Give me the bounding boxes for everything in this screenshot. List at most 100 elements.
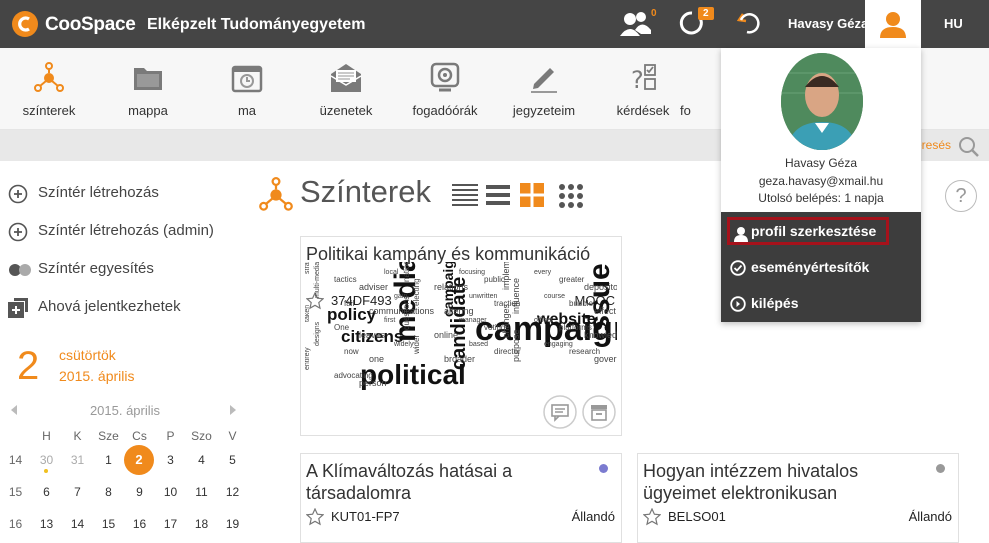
- compact-list-view-icon[interactable]: [452, 183, 478, 207]
- tool-label: mappa: [128, 103, 168, 118]
- word-cloud-word: changes: [501, 303, 511, 338]
- friends-icon[interactable]: [619, 8, 653, 40]
- word-cloud-word: adviser: [359, 282, 388, 292]
- small-tiles-view-icon[interactable]: [558, 183, 584, 209]
- sidebar-item-label: Színtér egyesítés: [38, 260, 154, 277]
- word-cloud-word: relations: [434, 282, 469, 292]
- search-icon[interactable]: [958, 136, 980, 158]
- today-day-number: 2: [17, 344, 40, 388]
- word-cloud-word: tactics: [334, 275, 357, 284]
- card-title[interactable]: A Klímaváltozás hatásai a társadalomra: [306, 460, 586, 504]
- sidebar-item-label: Színtér létrehozás (admin): [38, 222, 214, 239]
- star-icon[interactable]: [643, 508, 661, 526]
- calendar-today[interactable]: 2: [124, 445, 154, 475]
- menu-item-label: eseményértesítők: [751, 259, 870, 275]
- calendar-weekday-header: P: [166, 429, 175, 443]
- calendar-day[interactable]: 17: [155, 517, 186, 531]
- language-selector[interactable]: HU: [944, 16, 963, 31]
- calendar-week-number: 16: [8, 517, 23, 531]
- word-cloud-word: altering: [444, 306, 474, 316]
- tool-ma[interactable]: ma: [202, 48, 292, 130]
- calendar-weekday-header: V: [228, 429, 237, 443]
- calendar-day[interactable]: 30: [31, 453, 62, 467]
- space-card[interactable]: Hogyan intézzem hivatalos ügyeimet elekt…: [637, 453, 959, 543]
- tool-jegyzeteim[interactable]: jegyzeteim: [499, 48, 589, 130]
- menu-item-label: profil szerkesztése: [751, 223, 877, 239]
- card-code: KUT01-FP7: [331, 509, 400, 524]
- header-user-name[interactable]: Havasy Géza: [788, 16, 868, 31]
- calendar-day[interactable]: 13: [31, 517, 62, 531]
- space-card[interactable]: A Klímaváltozás hatásai a társadalomra K…: [300, 453, 622, 543]
- calendar-next-month[interactable]: [230, 405, 236, 415]
- calendar-day[interactable]: 7: [62, 485, 93, 499]
- word-cloud-word: bubble: [569, 299, 594, 308]
- calendar-day[interactable]: 16: [124, 517, 155, 531]
- word-cloud-word: questions: [402, 296, 411, 330]
- tool-uzenetek[interactable]: üzenetek: [301, 48, 391, 130]
- university-name[interactable]: Elképzelt Tudományegyetem: [147, 16, 365, 34]
- calendar-day[interactable]: 14: [62, 517, 93, 531]
- calendar-day[interactable]: 5: [217, 453, 248, 467]
- calendar-day[interactable]: 31: [62, 453, 93, 467]
- calendar-day[interactable]: 8: [93, 485, 124, 499]
- tool-label: fo: [680, 103, 691, 118]
- word-cloud-word: person: [359, 378, 387, 388]
- calendar-day[interactable]: 12: [217, 485, 248, 499]
- calendar-day[interactable]: 10: [155, 485, 186, 499]
- calendar-day[interactable]: 4: [186, 453, 217, 467]
- help-button[interactable]: ?: [945, 180, 977, 212]
- logout-icon: [730, 296, 746, 312]
- check-circle-icon: [730, 260, 746, 276]
- tool-label: ma: [237, 103, 257, 118]
- menu-item-edit-profile[interactable]: profil szerkesztése: [727, 217, 889, 245]
- archive-icon[interactable]: [582, 395, 616, 429]
- avatar-photo-icon: [781, 53, 863, 150]
- tool-fogadoorak[interactable]: fogadóórák: [400, 48, 490, 130]
- coospace-logo-icon[interactable]: [10, 9, 40, 39]
- friends-badge: 0: [651, 8, 657, 19]
- envelope-icon: [330, 64, 362, 92]
- list-view-icon[interactable]: [486, 183, 510, 207]
- word-cloud-word: purpose: [511, 329, 521, 362]
- today-weekday: csütörtök: [59, 347, 116, 363]
- calendar-day[interactable]: 15: [93, 517, 124, 531]
- calendar-day[interactable]: 11: [186, 485, 217, 499]
- grid-view-icon[interactable]: [520, 183, 544, 207]
- star-icon[interactable]: [306, 508, 324, 526]
- menu-item-notifications[interactable]: eseményértesítők: [727, 254, 889, 282]
- tool-label: fogadóórák: [412, 103, 478, 118]
- card-type: Állandó: [908, 509, 952, 524]
- calendar-day[interactable]: 18: [186, 517, 217, 531]
- word-cloud-word: national: [402, 262, 411, 282]
- forum-icon[interactable]: [543, 395, 577, 429]
- status-dot: [599, 464, 608, 473]
- word-cloud-word: based: [469, 341, 488, 348]
- card-title[interactable]: Hogyan intézzem hivatalos ügyeimet elekt…: [643, 460, 923, 504]
- calendar-event-dot: [44, 469, 48, 473]
- calendar-day[interactable]: 19: [217, 517, 248, 531]
- word-cloud-word: widely: [393, 341, 414, 348]
- calendar-weekday-header: K: [73, 429, 82, 443]
- avatar: [781, 53, 863, 150]
- tool-szinterek[interactable]: színterek: [4, 48, 94, 130]
- profile-menu-button[interactable]: [865, 0, 921, 48]
- calendar-day[interactable]: 1: [93, 453, 124, 467]
- calendar-weekday-header: Sze: [98, 429, 119, 443]
- calendar-day[interactable]: 6: [31, 485, 62, 499]
- word-cloud-word: effect: [594, 306, 616, 316]
- webcam-icon: [430, 62, 460, 92]
- folder-icon: [134, 68, 162, 90]
- menu-item-logout[interactable]: kilépés: [727, 290, 889, 318]
- calendar-day[interactable]: 9: [124, 485, 155, 499]
- brand-name[interactable]: CooSpace: [45, 14, 136, 36]
- merge-toggle-icon: [9, 264, 31, 276]
- tool-forum[interactable]: fo: [670, 48, 720, 130]
- word-cloud-word: wider: [412, 335, 421, 355]
- word-cloud-word: governments: [594, 354, 617, 364]
- word-cloud-word: local: [384, 269, 399, 276]
- refresh-icon[interactable]: [737, 8, 763, 40]
- calendar-day[interactable]: 3: [155, 453, 186, 467]
- calendar-title: 2015. április: [89, 403, 161, 418]
- tool-mappa[interactable]: mappa: [103, 48, 193, 130]
- top-bar: CooSpace Elképzelt Tudományegyetem 0 2 H…: [0, 0, 989, 48]
